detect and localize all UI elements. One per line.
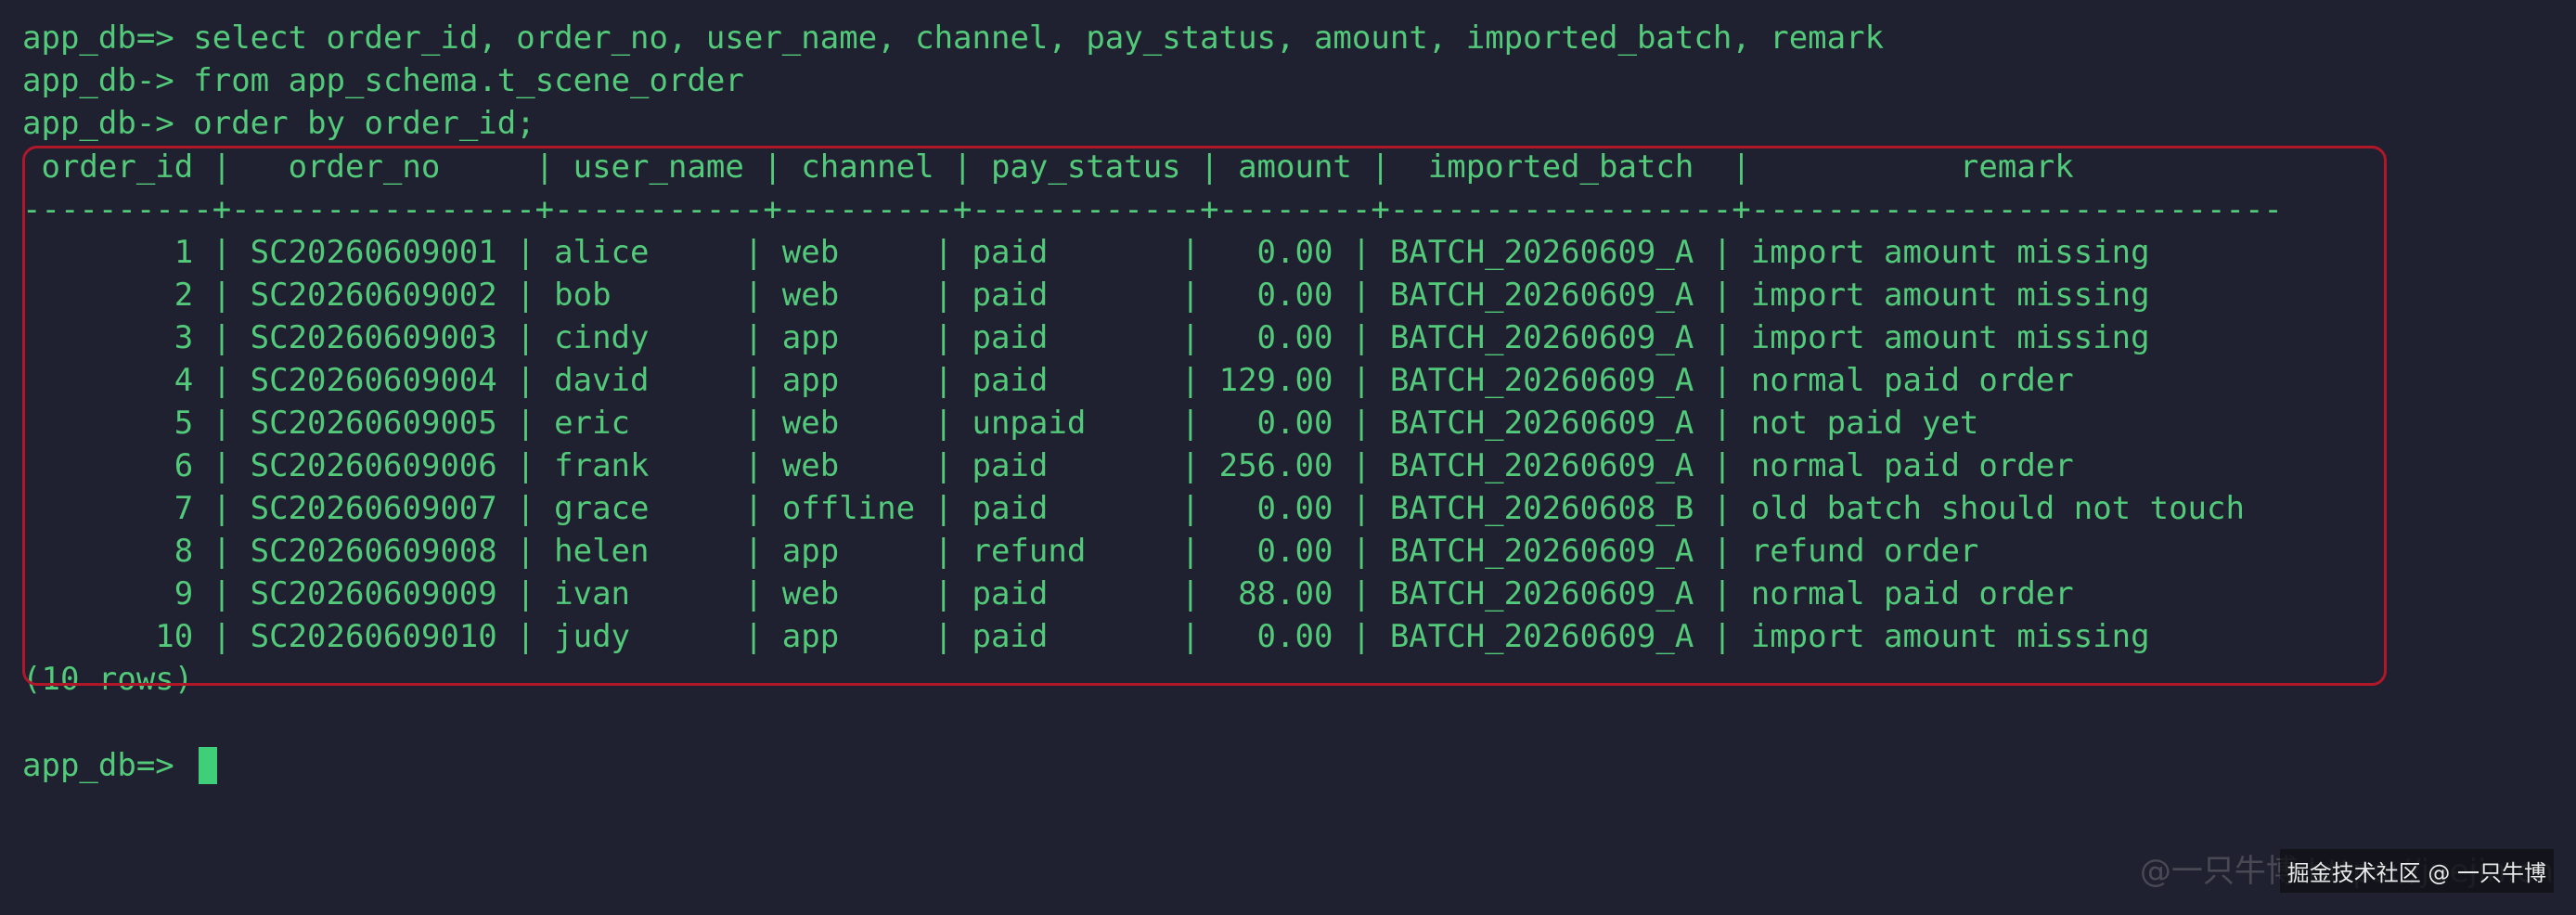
text-cursor xyxy=(199,746,218,784)
prompt: app_db=> xyxy=(22,19,174,57)
prompt: app_db=> xyxy=(22,747,174,784)
continuation-prompt: app_db-> xyxy=(22,62,174,99)
highlight-box xyxy=(22,146,2387,686)
query-text: from app_schema.t_scene_order xyxy=(193,62,744,99)
continuation-prompt: app_db-> xyxy=(22,105,174,142)
terminal-window[interactable]: app_db=> select order_id, order_no, user… xyxy=(0,0,2576,915)
query-line-2: app_db-> from app_schema.t_scene_order xyxy=(22,59,744,102)
query-text: select order_id, order_no, user_name, ch… xyxy=(193,19,1885,57)
query-line-3: app_db-> order by order_id; xyxy=(22,102,535,145)
query-line-1: app_db=> select order_id, order_no, user… xyxy=(22,17,1884,59)
query-text: order by order_id; xyxy=(193,105,535,142)
input-line[interactable]: app_db=> xyxy=(22,744,218,787)
watermark-badge: 掘金技术社区 @ 一只牛博 xyxy=(2279,849,2554,893)
